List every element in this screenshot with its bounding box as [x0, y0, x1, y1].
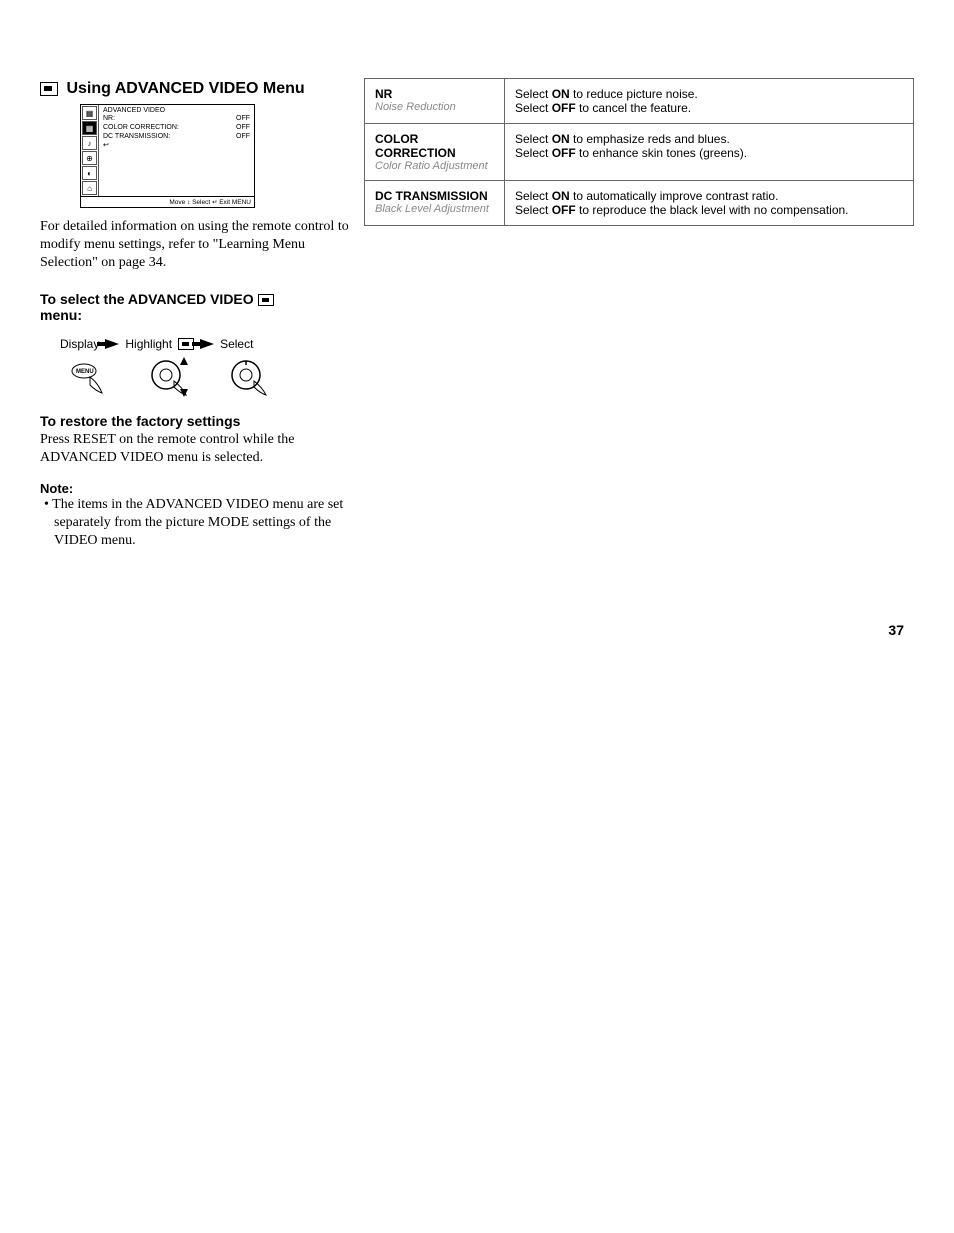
page-number: 37 [888, 622, 904, 638]
table-row: COLOR CORRECTION Color Ratio Adjustment … [365, 124, 914, 181]
select-head-suffix: menu: [40, 307, 82, 323]
osd-footer: Move ↕ Select ↵ Exit MENU [81, 196, 254, 207]
setting-subtitle: Color Ratio Adjustment [375, 160, 494, 172]
arrow-icon [200, 339, 214, 349]
joystick-updown-icon [150, 359, 190, 397]
flow-display: Display [60, 337, 99, 351]
setting-desc: Select ON to reduce picture noise. Selec… [505, 79, 914, 124]
flow-row: Display Highlight Select [60, 337, 360, 351]
setting-title: NR [375, 87, 494, 101]
desc-on: Select ON to emphasize reds and blues. [515, 132, 903, 146]
heading-text: Using ADVANCED VIDEO Menu [66, 80, 304, 97]
restore-text: Press RESET on the remote control while … [40, 431, 360, 467]
menu-press-icon: MENU [70, 359, 110, 397]
note-bullet: • The items in the ADVANCED VIDEO menu a… [54, 496, 360, 551]
osd-tab-4: ⊕ [82, 151, 97, 165]
settings-table: NR Noise Reduction Select ON to reduce p… [364, 78, 914, 226]
osd-row-name: DC TRANSMISSION: [103, 132, 170, 141]
setting-title: COLOR CORRECTION [375, 132, 494, 160]
desc-off: Select OFF to reproduce the black level … [515, 203, 903, 217]
flow-select: Select [220, 337, 253, 351]
intro-text: For detailed information on using the re… [40, 218, 360, 273]
osd-row-name: NR: [103, 114, 115, 123]
hand-icons-row: MENU [70, 359, 360, 397]
desc-on: Select ON to reduce picture noise. [515, 87, 903, 101]
left-column: Using ADVANCED VIDEO Menu ▦ ▦ ♪ ⊕ ◐ ⌂ AD… [40, 30, 360, 551]
setting-label-cell: COLOR CORRECTION Color Ratio Adjustment [365, 124, 505, 181]
adv-video-icon [40, 82, 58, 96]
osd-tab-1: ▦ [82, 106, 97, 120]
osd-row-1: COLOR CORRECTION: OFF [103, 123, 250, 132]
setting-desc: Select ON to automatically improve contr… [505, 181, 914, 226]
osd-row-val: OFF [236, 123, 250, 132]
setting-label-cell: NR Noise Reduction [365, 79, 505, 124]
osd-tab-5: ◐ [82, 166, 97, 180]
osd-row-val: OFF [236, 132, 250, 141]
osd-return: ↩ [103, 141, 250, 149]
joystick-press-icon [230, 359, 270, 397]
osd-row-val: OFF [236, 114, 250, 123]
osd-sidebar: ▦ ▦ ♪ ⊕ ◐ ⌂ [81, 105, 99, 196]
osd-row-2: DC TRANSMISSION: OFF [103, 132, 250, 141]
osd-mock: ▦ ▦ ♪ ⊕ ◐ ⌂ ADVANCED VIDEO NR: OFF COLOR… [80, 104, 255, 208]
table-row: NR Noise Reduction Select ON to reduce p… [365, 79, 914, 124]
setting-subtitle: Black Level Adjustment [375, 203, 494, 215]
osd-row-name: COLOR CORRECTION: [103, 123, 179, 132]
table-row: DC TRANSMISSION Black Level Adjustment S… [365, 181, 914, 226]
restore-heading: To restore the factory settings [40, 413, 360, 429]
desc-off: Select OFF to enhance skin tones (greens… [515, 146, 903, 160]
osd-tab-3: ♪ [82, 136, 97, 150]
select-head-text: To select the ADVANCED VIDEO [40, 291, 254, 307]
desc-on: Select ON to automatically improve contr… [515, 189, 903, 203]
svg-text:MENU: MENU [76, 369, 94, 375]
select-heading: To select the ADVANCED VIDEO menu: [40, 291, 360, 323]
setting-title: DC TRANSMISSION [375, 189, 494, 203]
setting-desc: Select ON to emphasize reds and blues. S… [505, 124, 914, 181]
setting-label-cell: DC TRANSMISSION Black Level Adjustment [365, 181, 505, 226]
section-heading: Using ADVANCED VIDEO Menu [40, 80, 360, 98]
right-column: NR Noise Reduction Select ON to reduce p… [364, 78, 914, 226]
arrow-icon [105, 339, 119, 349]
osd-header: ADVANCED VIDEO [103, 107, 250, 114]
osd-tab-6: ⌂ [82, 181, 97, 195]
osd-tab-2: ▦ [82, 121, 97, 135]
note-heading: Note: [40, 481, 360, 496]
adv-video-icon-small [258, 294, 274, 306]
flow-highlight: Highlight [125, 337, 172, 351]
desc-off: Select OFF to cancel the feature. [515, 101, 903, 115]
osd-main: ADVANCED VIDEO NR: OFF COLOR CORRECTION:… [101, 105, 254, 151]
osd-row-0: NR: OFF [103, 114, 250, 123]
setting-subtitle: Noise Reduction [375, 101, 494, 113]
